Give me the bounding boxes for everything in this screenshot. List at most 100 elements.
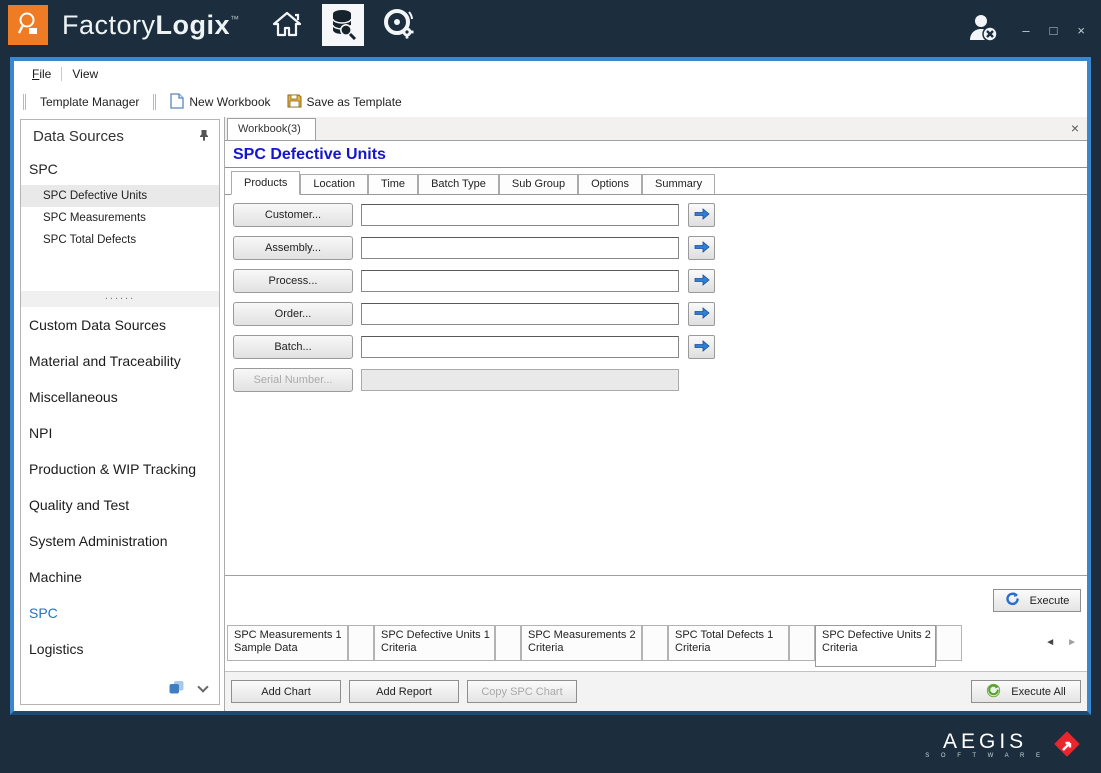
blank-tab[interactable] (936, 625, 962, 661)
category-spc[interactable]: SPC (21, 595, 219, 631)
tab-products[interactable]: Products (231, 171, 300, 195)
menubar: File View (14, 61, 1087, 87)
blank-tab[interactable] (495, 625, 521, 661)
execute-button[interactable]: Execute (993, 589, 1081, 612)
data-sources-panel: Data Sources SPC SPC Defective Units SPC… (20, 119, 220, 705)
customer-arrow-button[interactable] (688, 203, 715, 227)
disc-gear-icon (382, 8, 416, 43)
brand-wordmark: FactoryLogix™ (62, 10, 240, 41)
user-logout-button[interactable] (967, 12, 1001, 47)
order-arrow-button[interactable] (688, 302, 715, 326)
tab-time[interactable]: Time (368, 174, 418, 194)
category-production-wip-tracking[interactable]: Production & WIP Tracking (21, 451, 219, 487)
order-input[interactable] (361, 303, 679, 325)
close-button[interactable]: × (1077, 24, 1085, 37)
workbook-tabstrip: Workbook(3) × (225, 117, 1087, 141)
tab-summary[interactable]: Summary (642, 174, 715, 194)
menu-file[interactable]: File (24, 64, 59, 84)
maximize-button[interactable]: □ (1050, 24, 1058, 37)
customer-button[interactable]: Customer... (233, 203, 353, 227)
form-row-order: Order... (233, 302, 1087, 326)
form-row-assembly: Assembly... (233, 236, 1087, 260)
aegis-brand-text: AEGIS (925, 732, 1045, 752)
arrow-right-icon (694, 340, 710, 355)
assembly-input[interactable] (361, 237, 679, 259)
execute-all-button[interactable]: Execute All (971, 680, 1081, 703)
close-workbook-icon[interactable]: × (1071, 120, 1079, 136)
app-window: File View Template Manager New Workbook (10, 57, 1091, 715)
minimize-button[interactable]: – (1022, 24, 1029, 37)
process-button[interactable]: Process... (233, 269, 353, 293)
brand-factory: Factory (62, 10, 156, 41)
assembly-arrow-button[interactable] (688, 236, 715, 260)
save-as-template-label: Save as Template (307, 95, 402, 109)
sidebar-item-spc-total-defects[interactable]: SPC Total Defects (21, 229, 219, 251)
blank-tab[interactable] (789, 625, 815, 661)
category-npi[interactable]: NPI (21, 415, 219, 451)
new-workbook-button[interactable]: New Workbook (165, 90, 275, 115)
chevron-down-icon[interactable] (197, 681, 208, 692)
sidebar-item-spc-defective-units[interactable]: SPC Defective Units (21, 185, 219, 207)
batch-input[interactable] (361, 336, 679, 358)
tab-options[interactable]: Options (578, 174, 642, 194)
arrow-right-icon (694, 241, 710, 256)
tab-location[interactable]: Location (300, 174, 368, 194)
add-report-button[interactable]: Add Report (349, 680, 459, 703)
stacked-panels-icon[interactable] (168, 680, 185, 698)
toolbar-grip (23, 94, 26, 110)
result-tabstrip: SPC Measurements 1 Sample Data SPC Defec… (225, 625, 1087, 671)
home-icon (271, 10, 303, 41)
settings-nav-button[interactable] (378, 4, 420, 46)
form-row-customer: Customer... (233, 203, 1087, 227)
criteria-tabs: Products Location Time Batch Type Sub Gr… (225, 171, 1087, 195)
magnifier-document-icon (14, 10, 42, 41)
template-manager-label: Template Manager (40, 95, 139, 109)
process-input[interactable] (361, 270, 679, 292)
tab-batch-type[interactable]: Batch Type (418, 174, 499, 194)
arrow-right-icon (694, 274, 710, 289)
process-arrow-button[interactable] (688, 269, 715, 293)
batch-arrow-button[interactable] (688, 335, 715, 359)
save-as-template-button[interactable]: Save as Template (282, 90, 407, 114)
database-search-icon (328, 8, 358, 43)
workbook-panel: Workbook(3) × SPC Defective Units Produc… (224, 117, 1087, 711)
sidebar-item-spc-measurements[interactable]: SPC Measurements (21, 207, 219, 229)
category-logistics[interactable]: Logistics (21, 631, 219, 667)
menu-view[interactable]: View (64, 64, 106, 84)
category-machine[interactable]: Machine (21, 559, 219, 595)
refresh-blue-icon (1005, 592, 1020, 610)
template-manager-button[interactable]: Template Manager (35, 92, 144, 112)
brand-logix: Logix (156, 10, 231, 41)
result-tab-spc-defective-units-2[interactable]: SPC Defective Units 2 Criteria (815, 625, 936, 667)
data-explorer-nav-button[interactable] (322, 4, 364, 46)
form-row-serial-number: Serial Number... (233, 368, 1087, 392)
aegis-logo: AEGIS S O F T W A R E (925, 726, 1085, 765)
result-tab-spc-measurements-2[interactable]: SPC Measurements 2 Criteria (521, 625, 642, 661)
batch-button[interactable]: Batch... (233, 335, 353, 359)
blank-tab[interactable] (642, 625, 668, 661)
add-chart-button[interactable]: Add Chart (231, 680, 341, 703)
customer-input[interactable] (361, 204, 679, 226)
workbook-tab[interactable]: Workbook(3) (227, 118, 316, 140)
home-nav-button[interactable] (266, 4, 308, 46)
result-tab-spc-total-defects-1[interactable]: SPC Total Defects 1 Criteria (668, 625, 789, 661)
panel-title: Data Sources (33, 128, 124, 145)
title-divider (225, 167, 1087, 168)
result-tab-spc-measurements-1[interactable]: SPC Measurements 1 Sample Data (227, 625, 348, 661)
category-system-administration[interactable]: System Administration (21, 523, 219, 559)
app-logo (8, 5, 48, 45)
result-tab-spc-defective-units-1[interactable]: SPC Defective Units 1 Criteria (374, 625, 495, 661)
category-quality-and-test[interactable]: Quality and Test (21, 487, 219, 523)
pin-icon[interactable] (199, 128, 209, 145)
category-miscellaneous[interactable]: Miscellaneous (21, 379, 219, 415)
scroll-right-icon[interactable]: ► (1067, 637, 1077, 648)
order-button[interactable]: Order... (233, 302, 353, 326)
category-custom-data-sources[interactable]: Custom Data Sources (21, 307, 219, 343)
execute-all-label: Execute All (1011, 686, 1065, 698)
panel-splitter[interactable]: ...... (21, 291, 219, 307)
assembly-button[interactable]: Assembly... (233, 236, 353, 260)
category-material-and-traceability[interactable]: Material and Traceability (21, 343, 219, 379)
blank-tab[interactable] (348, 625, 374, 661)
scroll-left-icon[interactable]: ◄ (1045, 637, 1055, 648)
tab-sub-group[interactable]: Sub Group (499, 174, 578, 194)
